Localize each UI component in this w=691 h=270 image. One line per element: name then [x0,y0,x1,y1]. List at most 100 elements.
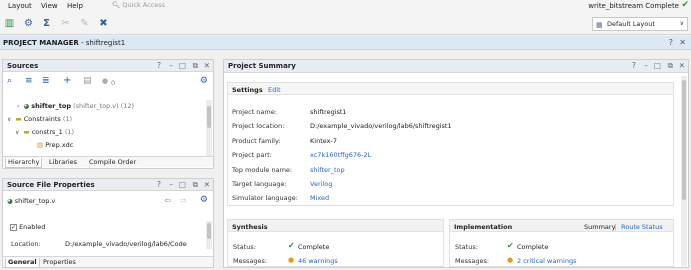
impl-critical-warnings-link[interactable]: 2 critical warnings [517,257,576,265]
enabled-row: ✓ Enabled [10,223,45,231]
tree-item-constrs-1[interactable]: ∨ ▬ constrs_1 (1) [15,128,74,136]
top-module-label: Top module name: [232,166,293,174]
route-status-link[interactable]: Route Status [621,223,663,231]
project-location-value: D:/example_vivado/verilog/lab6/shiftregi… [310,122,452,130]
scrollbar-thumb[interactable] [682,80,686,200]
float-icon[interactable]: ⧉ [193,180,198,190]
scrollbar-thumb[interactable] [207,223,211,239]
status-text: write_bitstream Complete [588,2,679,10]
restore-icon[interactable]: □ [654,61,661,70]
minimize-icon[interactable]: – [644,61,648,70]
project-part-link[interactable]: xc7k160tffg676-2L [310,151,371,159]
module-icon: ◕ [7,197,13,205]
close-icon[interactable]: ✕ [204,180,210,189]
project-manager-header: PROJECT MANAGER - shiftregist1 ? ✕ [0,36,691,50]
collapse-all-icon[interactable]: ≡ [25,76,33,86]
minimize-icon[interactable]: – [169,61,173,70]
forward-arrow-icon[interactable]: ⇨ [180,196,187,205]
checkmark-icon: ✔ [681,0,689,10]
location-value: D:/example_vivado/verilog/lab6/Code [65,240,187,248]
file-props-header: Source File Properties ? – □ ⧉ ✕ [3,179,213,191]
project-name-label: Project name: [232,108,277,116]
sources-title: Sources [7,62,39,70]
scissors-icon[interactable]: ✂ [59,17,72,30]
tree-item-shifter-top[interactable]: › ◕ shifter_top (shifter_top.v) (12) [17,102,134,110]
source-file-properties-panel: Source File Properties ? – □ ⧉ ✕ ◕ shift… [2,178,214,268]
simulator-language-link[interactable]: Mixed [310,194,329,202]
menu-layout[interactable]: Layout [8,2,32,10]
menu-view[interactable]: View [41,2,58,10]
expand-all-icon[interactable]: ≣ [42,76,50,86]
layout-select[interactable]: ▦ Default Layout ∨ [592,17,688,31]
minimize-icon[interactable]: – [169,180,173,189]
synthesis-status-label: Status: [233,243,256,251]
folder-icon: ▬ [15,115,22,123]
tab-general[interactable]: General [5,258,40,268]
help-icon[interactable]: ? [157,180,161,189]
summary-tab[interactable]: Summary [584,223,615,231]
help-icon[interactable]: ? [632,61,636,70]
pen-icon[interactable]: ✎ [78,17,91,30]
synthesis-title: Synthesis [232,223,268,231]
summary-title: Project Summary [228,62,296,70]
tab-hierarchy[interactable]: Hierarchy [5,158,43,168]
chevron-right-icon: › [17,103,20,110]
synthesis-header: Synthesis [228,220,443,232]
flow-navigator-icon[interactable]: ▥ [3,17,16,30]
close-icon[interactable]: ✕ [679,61,685,70]
implementation-section: Implementation Summary | Route Status St… [449,219,674,267]
close-icon[interactable]: ✕ [679,38,686,47]
float-icon[interactable]: ⧉ [193,61,198,71]
restore-icon[interactable]: □ [179,180,186,189]
file-props-title: Source File Properties [7,181,95,189]
status-dot-icon: ● [102,77,109,85]
settings-header: Settings Edit [228,83,673,95]
chevron-down-icon: ∨ [7,116,12,123]
warning-icon: ● [507,256,514,264]
warning-icon: ● [288,256,295,264]
enabled-label: Enabled [19,223,46,231]
chevron-down-icon: ∨ [15,129,20,136]
tab-properties[interactable]: Properties [41,258,78,268]
target-language-link[interactable]: Verilog [310,180,332,188]
tree-item-prep-xdc[interactable]: ▤ Prep.xdc [37,141,73,149]
file-name-row: ◕ shifter_top.v [7,197,55,205]
enabled-checkbox[interactable]: ✓ [10,223,17,231]
help-icon[interactable]: ? [669,38,673,47]
sources-scrollbar[interactable] [206,100,212,156]
checkmark-icon: ✔ [507,241,514,250]
gear-icon[interactable]: ⚙ [22,17,35,30]
scrollbar-thumb[interactable] [207,106,211,128]
sigma-icon[interactable]: Σ [40,17,53,30]
menu-help[interactable]: Help [67,2,83,10]
help-icon[interactable]: ? [157,61,161,70]
impl-status-value: Complete [517,243,549,251]
settings-section: Settings Edit [227,82,674,206]
toolbar: ▥ ⚙ Σ ✂ ✎ ✖ ▦ Default Layout ∨ [0,13,691,35]
restore-icon[interactable]: □ [179,61,186,70]
file-props-scrollbar[interactable] [206,221,212,249]
search-icon[interactable]: ⌕ [7,76,12,86]
tab-libraries[interactable]: Libraries [47,158,79,168]
add-icon[interactable]: + [63,75,71,86]
gear-icon[interactable]: ⚙ [200,195,208,205]
top-module-link[interactable]: shifter_top [310,166,345,174]
summary-scrollbar[interactable] [681,76,687,266]
edit-settings-link[interactable]: Edit [268,86,281,94]
search-icon: 🔍︎ [112,1,121,9]
close-icon[interactable]: ✕ [204,61,210,70]
settings-title: Settings [232,86,263,94]
tab-compile-order[interactable]: Compile Order [87,158,138,168]
cross-tool-icon[interactable]: ✖ [97,17,110,30]
layout-icon: ▦ [596,21,603,29]
float-icon[interactable]: ⧉ [668,61,673,71]
synthesis-warnings-link[interactable]: 46 warnings [298,257,338,265]
tree-item-constraints[interactable]: ∨ ▬ Constraints (1) [7,115,72,123]
target-language-label: Target language: [232,180,287,188]
constraint-file-icon: ▤ [37,141,44,149]
file-icon[interactable]: ▤ [83,76,92,86]
folder-icon: ▬ [23,128,30,136]
gear-icon[interactable]: ⚙ [200,76,208,86]
quick-access-search[interactable]: 🔍︎ Quick Access [112,1,262,12]
back-arrow-icon[interactable]: ⇦ [164,196,171,205]
